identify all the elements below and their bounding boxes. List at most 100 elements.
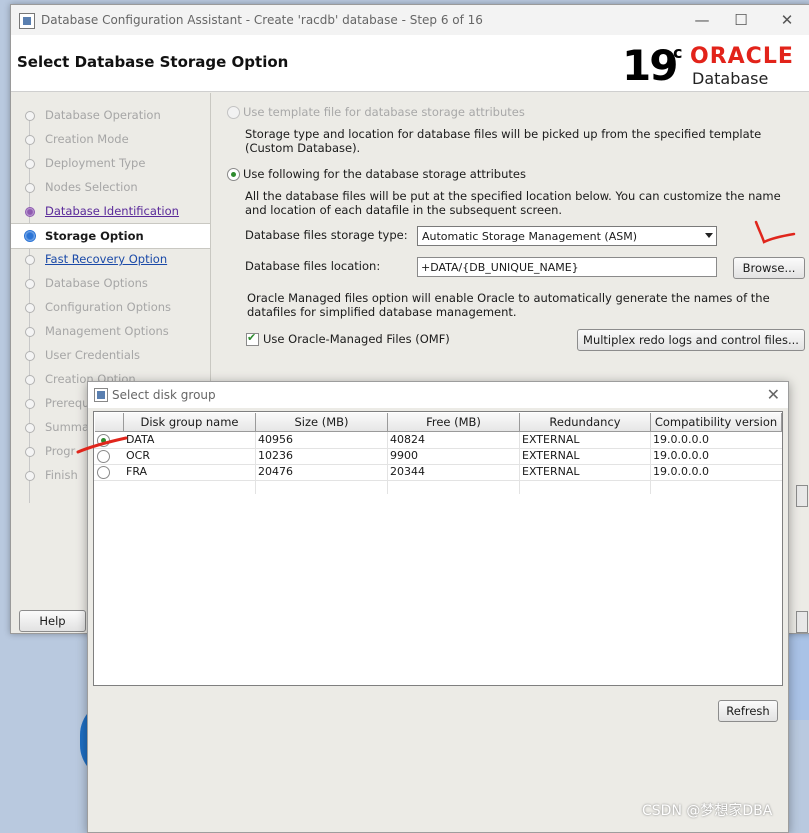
table-row[interactable]: FRA 20476 20344 EXTERNAL 19.0.0.0.0 — [94, 464, 782, 481]
column-divider — [255, 432, 256, 494]
step-dot-icon — [25, 135, 35, 145]
step-configuration-options: Configuration Options — [11, 295, 210, 319]
following-description-line2: and location of each datafile in the sub… — [245, 203, 563, 217]
column-divider — [387, 432, 388, 494]
column-divider — [519, 432, 520, 494]
oracle-logo: ORACLE — [690, 44, 794, 69]
cell-redundancy: EXTERNAL — [522, 433, 580, 446]
step-dot-icon — [25, 183, 35, 193]
step-nodes-selection: Nodes Selection — [11, 175, 210, 199]
omf-checkbox[interactable] — [246, 331, 259, 346]
title-bar[interactable]: Database Configuration Assistant - Creat… — [11, 5, 809, 35]
cell-free: 20344 — [390, 465, 425, 478]
cell-compatibility: 19.0.0.0.0 — [653, 449, 709, 462]
table-row[interactable]: DATA 40956 40824 EXTERNAL 19.0.0.0.0 — [94, 432, 782, 449]
oracle-logo-c: c — [673, 43, 683, 62]
csdn-watermark: CSDN @梦想家DBA — [642, 803, 773, 819]
hidden-button-edge — [796, 485, 808, 507]
step-fast-recovery-option[interactable]: Fast Recovery Option — [11, 247, 210, 271]
step-dot-icon — [25, 111, 35, 121]
hidden-button-edge — [796, 611, 808, 633]
step-management-options: Management Options — [11, 319, 210, 343]
cell-size: 10236 — [258, 449, 293, 462]
step-database-operation: Database Operation — [11, 103, 210, 127]
table-header-name[interactable]: Disk group name — [124, 413, 256, 432]
close-button[interactable]: ✕ — [773, 9, 801, 31]
cell-free: 40824 — [390, 433, 425, 446]
step-deployment-type: Deployment Type — [11, 151, 210, 175]
table-header-compatibility[interactable]: Compatibility version — [651, 413, 782, 432]
following-description-line1: All the database files will be put at th… — [245, 189, 781, 203]
current-step-icon — [24, 230, 36, 242]
step-dot-icon — [25, 327, 35, 337]
omf-description-line1: Oracle Managed files option will enable … — [247, 291, 770, 305]
oracle-database-label: Database — [692, 69, 769, 88]
step-creation-mode: Creation Mode — [11, 127, 210, 151]
step-dot-icon — [25, 279, 35, 289]
row-select-radio[interactable] — [97, 466, 110, 479]
disk-group-table: Disk group name Size (MB) Free (MB) Redu… — [93, 411, 783, 686]
page-title: Select Database Storage Option — [17, 53, 289, 71]
chevron-down-icon — [705, 233, 713, 238]
browse-button[interactable]: Browse... — [733, 257, 805, 279]
step-dot-icon — [25, 447, 35, 457]
storage-type-label: Database files storage type: — [245, 228, 408, 242]
refresh-button[interactable]: Refresh — [718, 700, 778, 722]
storage-type-value: Automatic Storage Management (ASM) — [422, 230, 637, 243]
storage-option-panel: Use template file for database storage a… — [221, 93, 806, 393]
step-dot-icon — [25, 399, 35, 409]
cell-redundancy: EXTERNAL — [522, 449, 580, 462]
step-database-identification[interactable]: Database Identification — [11, 199, 210, 223]
following-storage-radio[interactable] — [227, 168, 240, 181]
select-disk-group-dialog: Select disk group ✕ Disk group name Size… — [87, 381, 789, 833]
template-description-line1: Storage type and location for database f… — [245, 127, 762, 141]
cell-name: OCR — [126, 449, 150, 462]
cell-size: 40956 — [258, 433, 293, 446]
step-dot-icon — [25, 471, 35, 481]
omf-checkbox-label: Use Oracle-Managed Files (OMF) — [263, 332, 450, 346]
row-select-radio[interactable] — [97, 434, 110, 447]
step-database-options: Database Options — [11, 271, 210, 295]
cell-redundancy: EXTERNAL — [522, 465, 580, 478]
step-dot-icon — [25, 351, 35, 361]
oracle-19c-logo: 19 — [622, 41, 678, 90]
java-app-icon — [19, 13, 35, 29]
help-button[interactable]: Help — [19, 610, 86, 632]
minimize-button[interactable]: — — [688, 9, 716, 31]
table-header-free[interactable]: Free (MB) — [388, 413, 520, 432]
step-dot-icon — [25, 303, 35, 313]
multiplex-redo-logs-button[interactable]: Multiplex redo logs and control files... — [577, 329, 805, 351]
table-header-size[interactable]: Size (MB) — [256, 413, 388, 432]
java-app-icon — [94, 388, 108, 402]
row-select-radio[interactable] — [97, 450, 110, 463]
template-storage-label: Use template file for database storage a… — [243, 105, 525, 119]
table-row[interactable]: OCR 10236 9900 EXTERNAL 19.0.0.0.0 — [94, 448, 782, 465]
step-user-credentials: User Credentials — [11, 343, 210, 367]
step-dot-icon — [25, 423, 35, 433]
cell-compatibility: 19.0.0.0.0 — [653, 465, 709, 478]
dialog-title: Select disk group — [112, 388, 216, 402]
cell-name: FRA — [126, 465, 148, 478]
step-dot-icon — [25, 207, 35, 217]
table-header-select — [95, 413, 124, 432]
template-storage-radio[interactable] — [227, 106, 240, 119]
table-header-redundancy[interactable]: Redundancy — [520, 413, 651, 432]
cell-free: 9900 — [390, 449, 418, 462]
cell-compatibility: 19.0.0.0.0 — [653, 433, 709, 446]
files-location-label: Database files location: — [245, 259, 381, 273]
step-dot-icon — [25, 375, 35, 385]
following-storage-label: Use following for the database storage a… — [243, 167, 526, 181]
files-location-input[interactable]: +DATA/{DB_UNIQUE_NAME} — [417, 257, 717, 277]
column-divider — [650, 432, 651, 494]
cell-size: 20476 — [258, 465, 293, 478]
maximize-button[interactable]: ☐ — [727, 9, 755, 31]
files-location-value: +DATA/{DB_UNIQUE_NAME} — [421, 261, 579, 274]
dialog-close-icon[interactable]: ✕ — [767, 385, 780, 404]
step-dot-icon — [25, 255, 35, 265]
step-dot-icon — [25, 159, 35, 169]
cell-name: DATA — [126, 433, 155, 446]
dialog-title-bar[interactable]: Select disk group ✕ — [88, 382, 788, 408]
page-header: Select Database Storage Option 19 c ORAC… — [11, 35, 809, 92]
storage-type-dropdown[interactable]: Automatic Storage Management (ASM) — [417, 226, 717, 246]
template-description-line2: (Custom Database). — [245, 141, 361, 155]
